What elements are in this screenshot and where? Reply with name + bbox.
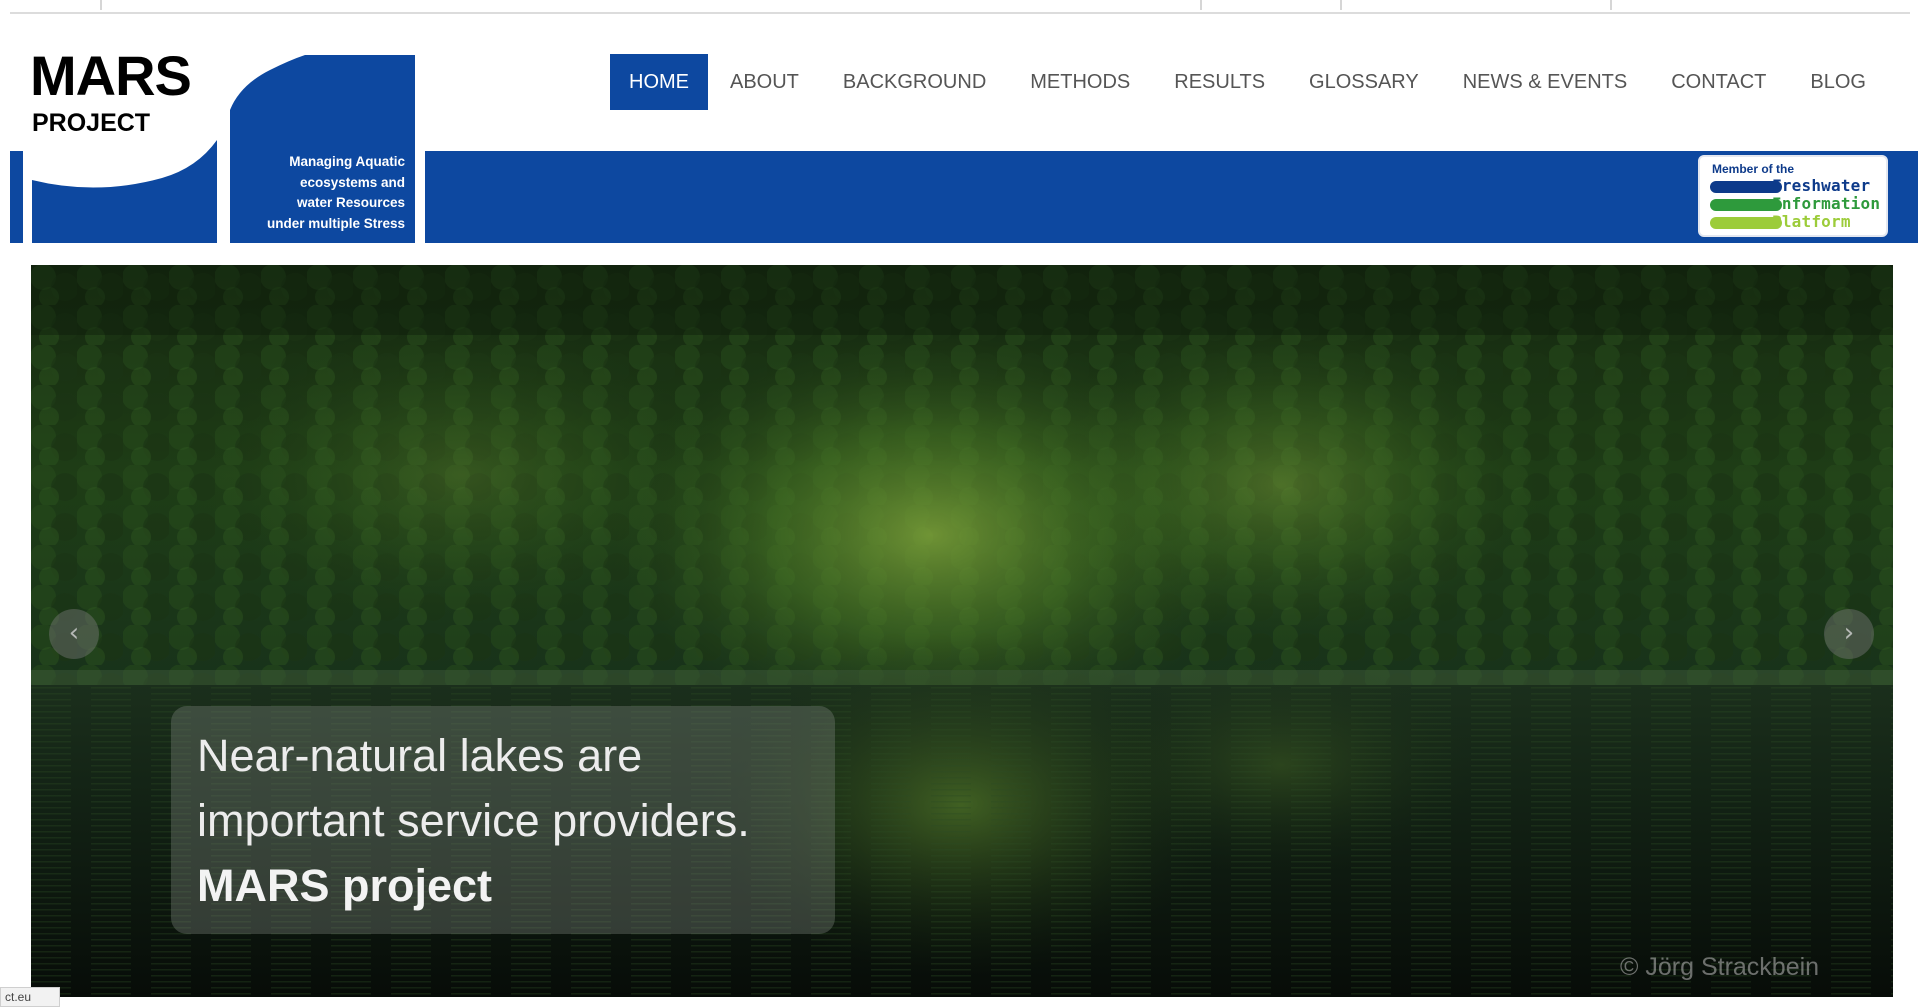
badge-word: Platform [1772,212,1851,231]
chrome-divider [1610,0,1612,10]
logo-tagline-line: Managing Aquatic [289,154,405,169]
caption-highlight: MARS project [197,860,493,911]
badge-row: Platform [1710,212,1880,231]
nav-item-results[interactable]: RESULTS [1152,54,1287,110]
nav-item-contact[interactable]: CONTACT [1649,54,1788,110]
nav-item-blog[interactable]: BLOG [1788,54,1888,110]
chevron-right-icon: › [1843,618,1855,648]
page: MARS PROJECT Managing Aquatic ecosystems… [0,0,1923,1007]
badge-member-text: Member of the [1712,162,1795,176]
logo-tagline-line: ecosystems and [299,174,405,190]
chrome-divider [1200,0,1202,10]
nav-item-news-events[interactable]: NEWS & EVENTS [1441,54,1649,110]
logo-tagline-line: under multiple Stress [266,215,405,231]
site-logo[interactable]: MARS PROJECT Managing Aquatic ecosystems… [0,0,425,245]
caption-line: Near-natural lakes are [197,730,643,781]
header-band [425,151,1918,243]
status-bar-url: ct.eu [0,987,60,1007]
main-nav: HOME ABOUT BACKGROUND METHODS RESULTS GL… [610,54,1888,110]
freshwater-platform-badge[interactable]: Member of the Freshwater Information Pla… [1698,155,1888,237]
chrome-divider [1340,0,1342,10]
badge-word: Information [1772,194,1881,213]
logo-title: MARS [30,44,192,107]
chevron-left-icon: ‹ [68,618,80,648]
caption-line: important service providers. [197,795,750,846]
slider-prev-button[interactable]: ‹ [49,609,99,659]
nav-item-methods[interactable]: METHODS [1008,54,1152,110]
nav-item-about[interactable]: ABOUT [708,54,821,110]
badge-row: Information [1710,194,1881,213]
badge-word: Freshwater [1772,176,1871,195]
logo-tagline-line: water Resources [296,195,405,210]
nav-item-glossary[interactable]: GLOSSARY [1287,54,1441,110]
nav-item-background[interactable]: BACKGROUND [821,54,1008,110]
nav-item-home[interactable]: HOME [610,54,708,110]
photo-credit: © Jörg Strackbein [1620,953,1820,981]
logo-subtitle: PROJECT [32,109,151,137]
slider-next-button[interactable]: › [1824,609,1874,659]
slide-caption: Near-natural lakes are important service… [171,706,835,934]
badge-row: Freshwater [1710,176,1880,195]
logo-tagline: Managing Aquatic ecosystems and water Re… [250,152,405,234]
hero-slider[interactable]: ‹ › Near-natural lakes are important ser… [31,265,1893,997]
